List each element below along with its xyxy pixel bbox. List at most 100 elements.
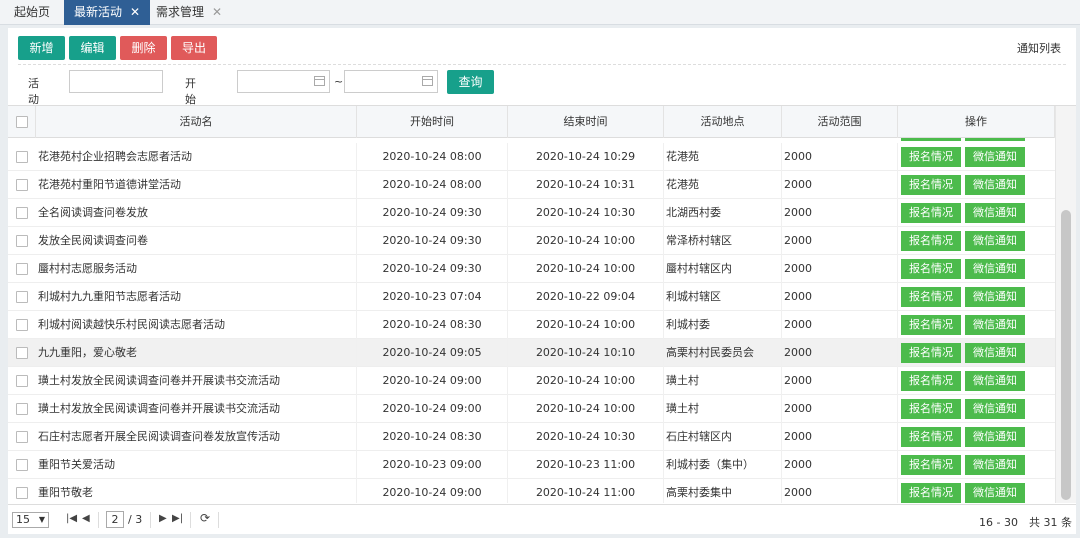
cell-end: 2020-10-24 10:00 [508, 311, 664, 339]
wechat-notify-button[interactable]: 微信通知 [965, 203, 1025, 223]
last-page-icon[interactable]: ▶| [172, 513, 183, 524]
cell-place: 石庄村辖区内 [664, 423, 782, 451]
table-row[interactable]: 重阳节敬老 2020-10-24 09:00 2020-10-24 11:00 高栗村… [8, 479, 1055, 503]
cell-range: 2000 [782, 339, 898, 367]
row-checkbox[interactable] [16, 375, 28, 387]
add-button[interactable]: 新增 [18, 36, 65, 60]
cell-start: 2020-10-24 08:00 [357, 143, 508, 171]
row-checkbox[interactable] [16, 487, 28, 499]
close-icon[interactable]: ✕ [130, 5, 140, 19]
wechat-notify-button[interactable]: 微信通知 [965, 175, 1025, 195]
table-row[interactable]: 璜土村发放全民阅读调查问卷并开展读书交流活动 2020-10-24 09:00 20… [8, 395, 1055, 423]
page-number-input[interactable]: 2 [106, 511, 124, 528]
signup-status-button[interactable]: 报名情况 [901, 483, 961, 503]
row-checkbox[interactable] [16, 179, 28, 191]
wechat-notify-button[interactable]: 微信通知 [965, 399, 1025, 419]
wechat-notify-button[interactable]: 微信通知 [965, 455, 1025, 475]
header-range[interactable]: 活动范围 [782, 106, 898, 138]
signup-status-button[interactable]: 报名情况 [901, 315, 961, 335]
wechat-notify-button[interactable]: 微信通知 [965, 259, 1025, 279]
table-row[interactable]: 石庄村志愿者开展全民阅读调查问卷发放宣传活动 2020-10-24 08:30 20… [8, 423, 1055, 451]
cell-end: 2020-10-23 11:00 [508, 451, 664, 479]
wechat-notify-button[interactable]: 微信通知 [965, 427, 1025, 447]
row-checkbox[interactable] [16, 235, 28, 247]
next-page-icon[interactable]: ▶ [159, 513, 167, 524]
header-name[interactable]: 活动名 [36, 106, 357, 138]
header-start[interactable]: 开始时间 [357, 106, 508, 138]
tab-home[interactable]: 起始页 [4, 0, 60, 25]
export-button[interactable]: 导出 [171, 36, 217, 60]
signup-status-button[interactable]: 报名情况 [901, 455, 961, 475]
wechat-notify-button[interactable]: 微信通知 [965, 147, 1025, 167]
table-row[interactable]: 发放全民阅读调查问卷 2020-10-24 09:30 2020-10-24 10:… [8, 227, 1055, 255]
page-size-select[interactable]: 15 ▼ [12, 512, 49, 528]
total-pages: / 3 [128, 513, 143, 526]
cell-name: 利城村九九重阳节志愿者活动 [36, 283, 357, 311]
row-checkbox[interactable] [16, 291, 28, 303]
wechat-notify-button[interactable]: 微信通知 [965, 483, 1025, 503]
vertical-scrollbar[interactable] [1055, 106, 1076, 503]
signup-status-button[interactable]: 报名情况 [901, 427, 961, 447]
activity-name-input[interactable] [69, 70, 163, 93]
tab-latest-activities[interactable]: 最新活动 ✕ [64, 0, 151, 25]
edit-button[interactable]: 编辑 [69, 36, 116, 60]
delete-button[interactable]: 删除 [120, 36, 167, 60]
range-separator: ~ [334, 75, 344, 88]
row-checkbox[interactable] [16, 151, 28, 163]
table-row[interactable]: 全名阅读调查问卷发放 2020-10-24 09:30 2020-10-24 10:… [8, 199, 1055, 227]
table-row[interactable]: 重阳节关爱活动 2020-10-23 09:00 2020-10-23 11:00 利… [8, 451, 1055, 479]
refresh-icon[interactable]: ⟳ [200, 511, 210, 525]
wechat-notify-button[interactable]: 微信通知 [965, 231, 1025, 251]
row-checkbox[interactable] [16, 319, 28, 331]
table-row[interactable]: 利城村九九重阳节志愿者活动 2020-10-23 07:04 2020-10-22 … [8, 283, 1055, 311]
signup-status-button[interactable]: 报名情况 [901, 175, 961, 195]
table-row[interactable]: 蜃村村志愿服务活动 2020-10-24 09:30 2020-10-24 10:0… [8, 255, 1055, 283]
signup-status-button[interactable]: 报名情况 [901, 147, 961, 167]
header-place[interactable]: 活动地点 [664, 106, 782, 138]
close-icon[interactable]: ✕ [212, 5, 222, 19]
record-info: 16 - 30 共 31 条 [979, 516, 1072, 529]
signup-status-button[interactable]: 报名情况 [901, 231, 961, 251]
cell-end: 2020-10-24 11:00 [508, 479, 664, 503]
cell-start: 2020-10-24 08:30 [357, 311, 508, 339]
wechat-notify-button[interactable]: 微信通知 [965, 315, 1025, 335]
scrollbar-thumb[interactable] [1061, 210, 1071, 500]
row-checkbox[interactable] [16, 347, 28, 359]
row-checkbox[interactable] [16, 431, 28, 443]
start-time-to-input[interactable] [344, 70, 438, 93]
cell-name: 发放全民阅读调查问卷 [36, 227, 357, 255]
signup-status-button[interactable]: 报名情况 [901, 259, 961, 279]
wechat-notify-button[interactable]: 微信通知 [965, 343, 1025, 363]
calendar-icon[interactable] [314, 76, 325, 86]
wechat-notify-button[interactable]: 微信通知 [965, 287, 1025, 307]
row-checkbox[interactable] [16, 459, 28, 471]
signup-status-button[interactable]: 报名情况 [901, 371, 961, 391]
table-row[interactable]: 花港苑村企业招聘会志愿者活动 2020-10-24 08:00 2020-10-24… [8, 143, 1055, 171]
table-row[interactable]: 利城村阅读越快乐村民阅读志愿者活动 2020-10-24 08:30 2020-10… [8, 311, 1055, 339]
prev-page-icon[interactable]: ◀ [82, 513, 90, 524]
query-button[interactable]: 查询 [447, 70, 494, 94]
tab-demand-management[interactable]: 需求管理 ✕ [146, 0, 232, 25]
select-all-checkbox[interactable] [16, 116, 28, 128]
header-end[interactable]: 结束时间 [508, 106, 664, 138]
cell-start: 2020-10-24 08:30 [357, 423, 508, 451]
table-row[interactable]: 花港苑村重阳节道德讲堂活动 2020-10-24 08:00 2020-10-24 … [8, 171, 1055, 199]
table-row[interactable]: 璜土村发放全民阅读调查问卷并开展读书交流活动 2020-10-24 09:00 20… [8, 367, 1055, 395]
signup-status-button[interactable]: 报名情况 [901, 287, 961, 307]
table-row[interactable]: 九九重阳，爱心敬老 2020-10-24 09:05 2020-10-24 10:1… [8, 339, 1055, 367]
signup-status-button[interactable]: 报名情况 [901, 343, 961, 363]
row-checkbox[interactable] [16, 263, 28, 275]
signup-status-button[interactable]: 报名情况 [901, 399, 961, 419]
chevron-down-icon: ▼ [38, 515, 45, 524]
row-checkbox[interactable] [16, 403, 28, 415]
signup-status-button[interactable]: 报名情况 [901, 203, 961, 223]
row-checkbox[interactable] [16, 207, 28, 219]
calendar-icon[interactable] [422, 76, 433, 86]
main-panel: 新增 编辑 删除 导出 通知列表 活动名 开始时间 ~ 查询 活动名 开始时间 … [8, 28, 1076, 534]
notice-list-link[interactable]: 通知列表 [1017, 40, 1061, 56]
first-page-icon[interactable]: |◀ [66, 513, 77, 524]
cell-end: 2020-10-24 10:00 [508, 395, 664, 423]
wechat-notify-button[interactable]: 微信通知 [965, 371, 1025, 391]
divider [18, 64, 1066, 65]
start-time-from-input[interactable] [237, 70, 330, 93]
